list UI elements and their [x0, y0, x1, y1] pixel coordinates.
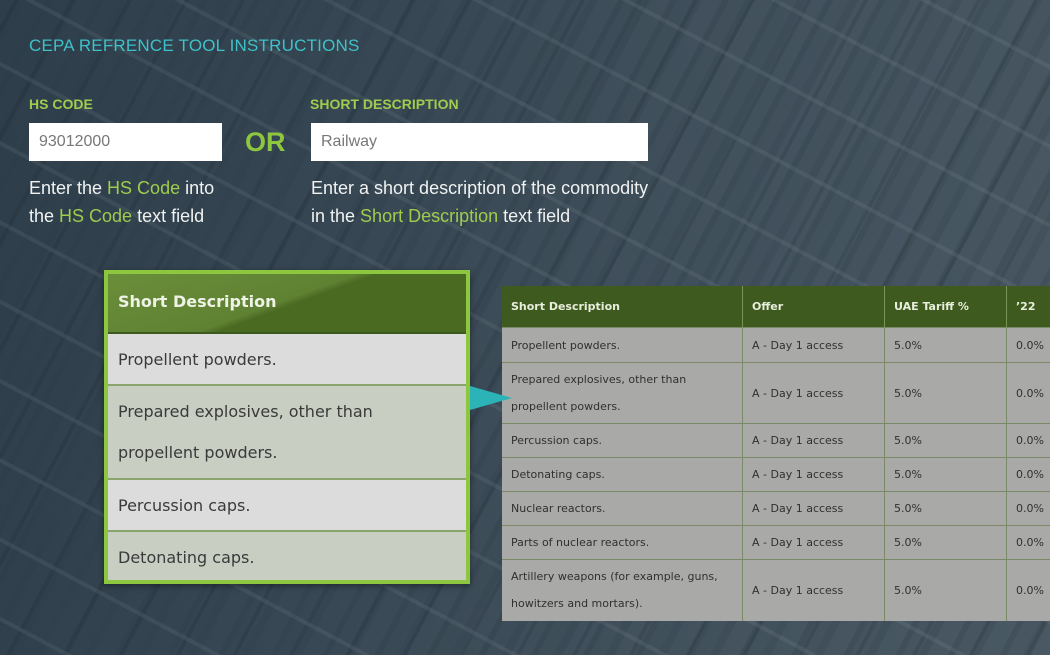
cell-22: 0.0% [1006, 457, 1050, 492]
hint-text: in the [311, 206, 361, 226]
cell-description: Propellent powders. [502, 327, 743, 363]
cell-description: Percussion caps. [502, 423, 743, 458]
cell-tariff: 5.0% [884, 491, 1007, 526]
cell-description: Detonating caps. [502, 457, 743, 492]
cell-tariff: 5.0% [884, 362, 1007, 424]
cell-22: 0.0% [1006, 423, 1050, 458]
callout-pointer-arrow [470, 386, 512, 410]
cell-offer: A - Day 1 access [742, 423, 885, 458]
cell-description: Parts of nuclear reactors. [502, 525, 743, 560]
results-table: Short Description Offer UAE Tariff % ’22… [502, 286, 1050, 621]
cell-offer: A - Day 1 access [742, 457, 885, 492]
hs-code-value: 93012000 [39, 133, 111, 150]
table-row[interactable]: Nuclear reactors. A - Day 1 access 5.0% … [502, 491, 1050, 526]
cell-tariff: 5.0% [884, 457, 1007, 492]
hs-code-label: HS CODE [29, 96, 93, 112]
cell-22: 0.0% [1006, 559, 1050, 621]
column-header-offer[interactable]: Offer [742, 286, 885, 328]
cell-tariff: 5.0% [884, 423, 1007, 458]
hs-code-hint: Enter the HS Code into the HS Code text … [29, 174, 214, 230]
short-description-hint: Enter a short description of the commodi… [311, 174, 648, 230]
hint-text: Enter a short description of the commodi… [311, 178, 649, 198]
hint-text: text field [132, 206, 205, 226]
callout-row-text: Percussion caps. [118, 495, 251, 515]
cell-tariff: 5.0% [884, 559, 1007, 621]
hint-text: the [29, 206, 60, 226]
hint-text: into [180, 178, 215, 198]
table-row[interactable]: Propellent powders. A - Day 1 access 5.0… [502, 327, 1050, 363]
callout-row-text: Prepared explosives, other than propelle… [118, 402, 373, 462]
callout-body: Short Description Propellent powders. Pr… [108, 274, 466, 580]
column-header-uae-tariff[interactable]: UAE Tariff % [884, 286, 1007, 328]
callout-row: Detonating caps. [108, 532, 466, 580]
cell-offer: A - Day 1 access [742, 491, 885, 526]
cell-description: Artillery weapons (for example, guns, ho… [502, 559, 743, 621]
table-row[interactable]: Artillery weapons (for example, guns, ho… [502, 559, 1050, 621]
cell-description: Nuclear reactors. [502, 491, 743, 526]
callout-row-text: Detonating caps. [118, 547, 255, 567]
hint-highlight: Short Description [360, 206, 499, 226]
hint-highlight: HS Code [107, 178, 181, 198]
callout-row: Percussion caps. [108, 480, 466, 532]
hs-code-input[interactable]: 93012000 [29, 123, 222, 161]
cell-offer: A - Day 1 access [742, 327, 885, 363]
page-title: CEPA REFRENCE TOOL INSTRUCTIONS [29, 36, 360, 55]
table-row[interactable]: Prepared explosives, other than propelle… [502, 362, 1050, 424]
zoom-callout: Short Description Propellent powders. Pr… [104, 270, 470, 584]
callout-row-text: Propellent powders. [118, 349, 277, 369]
hint-text: Enter the [29, 178, 108, 198]
cell-22: 0.0% [1006, 327, 1050, 363]
cell-description: Prepared explosives, other than propelle… [502, 362, 743, 424]
cell-offer: A - Day 1 access [742, 559, 885, 621]
cell-22: 0.0% [1006, 525, 1050, 560]
short-description-value: Railway [321, 133, 378, 150]
callout-header-label: Short Description [118, 292, 277, 311]
hint-text: text field [498, 206, 571, 226]
column-header-22[interactable]: ’22 [1006, 286, 1050, 328]
short-description-label: SHORT DESCRIPTION [310, 96, 459, 112]
cell-tariff: 5.0% [884, 327, 1007, 363]
table-row[interactable]: Percussion caps. A - Day 1 access 5.0% 0… [502, 423, 1050, 458]
callout-row: Propellent powders. [108, 334, 466, 386]
cell-offer: A - Day 1 access [742, 362, 885, 424]
cell-22: 0.0% [1006, 491, 1050, 526]
column-header-description[interactable]: Short Description [502, 286, 743, 328]
cell-22: 0.0% [1006, 362, 1050, 424]
cell-offer: A - Day 1 access [742, 525, 885, 560]
table-header-row: Short Description Offer UAE Tariff % ’22 [502, 286, 1050, 328]
or-divider: OR [245, 127, 286, 157]
cell-tariff: 5.0% [884, 525, 1007, 560]
callout-header: Short Description [108, 274, 466, 334]
short-description-input[interactable]: Railway [311, 123, 648, 161]
table-row[interactable]: Detonating caps. A - Day 1 access 5.0% 0… [502, 457, 1050, 492]
hint-highlight: HS Code [59, 206, 133, 226]
callout-row: Prepared explosives, other than propelle… [108, 386, 466, 480]
table-row[interactable]: Parts of nuclear reactors. A - Day 1 acc… [502, 525, 1050, 560]
